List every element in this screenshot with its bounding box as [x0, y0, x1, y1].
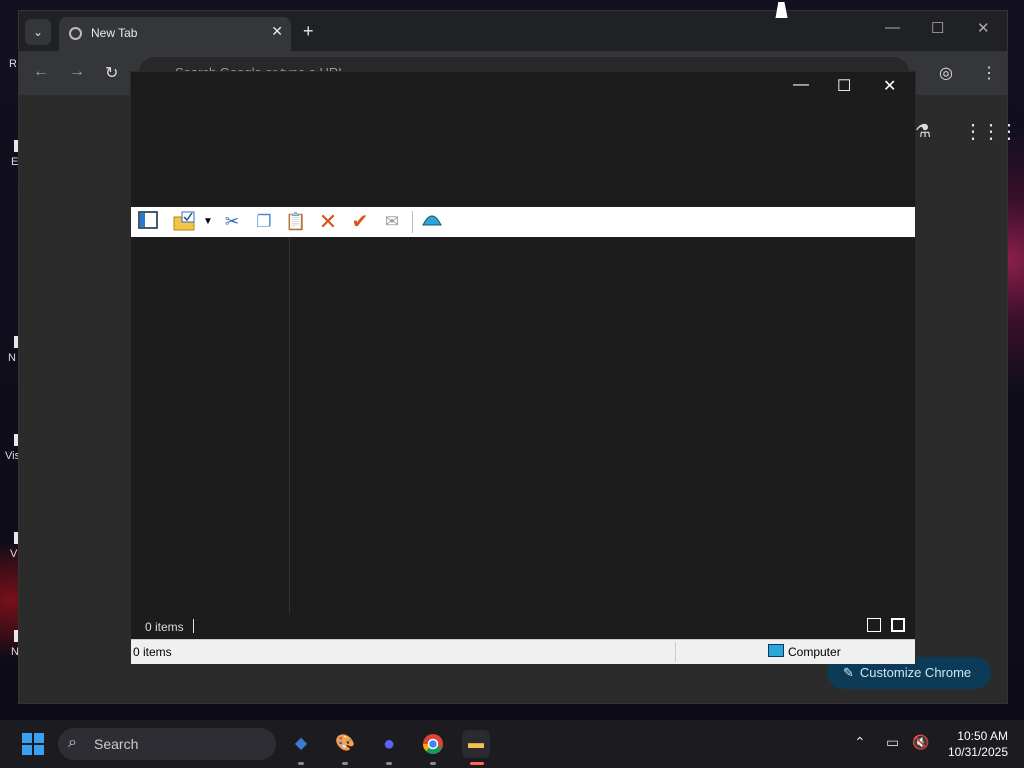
explorer-status-bar-bottom: 0 items Computer — [131, 639, 915, 664]
pane-splitter[interactable] — [289, 237, 290, 613]
chevron-up-icon[interactable]: ⌃ — [854, 734, 866, 751]
desktop-icon[interactable]: V — [0, 532, 20, 560]
taskbar-search[interactable]: ⌕ Search — [58, 728, 276, 760]
large-icons-view-icon[interactable] — [891, 618, 905, 632]
tab-close-icon[interactable]: ✕ — [271, 23, 283, 40]
explorer-maximize-button[interactable]: ☐ — [837, 76, 851, 96]
desktop-icon[interactable]: N — [0, 630, 20, 658]
explorer-titlebar: — ☐ ✕ — [131, 72, 915, 206]
forward-icon[interactable]: → — [69, 63, 85, 81]
chrome-close-button[interactable]: ✕ — [977, 19, 990, 37]
chrome-favicon-icon — [69, 27, 82, 40]
taskbar: ⌕ Search ◆ 🎨 ● ▬ ⌃ ▭ 🔇 10:50 AM 10/31/20… — [0, 720, 1024, 768]
desktop-icon[interactable]: E — [0, 140, 20, 168]
computer-icon — [768, 644, 784, 657]
running-indicator — [342, 762, 348, 765]
explorer-close-button[interactable]: ✕ — [883, 76, 896, 96]
clock-date: 10/31/2025 — [947, 745, 1008, 759]
volume-muted-icon[interactable]: 🔇 — [912, 734, 929, 751]
apps-grid-icon[interactable]: ⋮⋮⋮ — [963, 119, 1019, 144]
status-divider — [193, 619, 194, 633]
explorer-minimize-button[interactable]: — — [793, 76, 809, 94]
new-tab-button[interactable]: + — [303, 21, 314, 42]
chrome-icon[interactable] — [419, 730, 447, 758]
explorer-toolbar: ▼ ✂ ❐ 📋 ✕ ✔ ✉ — [131, 207, 915, 237]
dropdown-icon[interactable]: ▼ — [201, 211, 215, 233]
back-icon[interactable]: ← — [33, 63, 49, 81]
desktop-icon[interactable]: N — [0, 336, 20, 364]
status-divider — [675, 642, 676, 662]
file-explorer-icon[interactable]: ▬ — [462, 730, 490, 758]
windows-start-icon[interactable] — [22, 733, 44, 755]
running-indicator — [298, 762, 304, 765]
item-count-top: 0 items — [145, 620, 184, 634]
reload-icon[interactable]: ↻ — [105, 63, 118, 83]
clock-time: 10:50 AM — [957, 729, 1008, 743]
panel-icon[interactable] — [137, 211, 159, 233]
tab-new-tab[interactable]: New Tab ✕ — [59, 17, 291, 51]
system-clock[interactable]: 10:50 AM 10/31/2025 — [936, 728, 1008, 760]
running-indicator — [386, 762, 392, 765]
explorer-content-pane[interactable] — [131, 237, 915, 613]
folder-check-icon[interactable] — [173, 211, 195, 233]
cut-icon[interactable]: ✂ — [221, 211, 243, 233]
copy-icon[interactable]: ❐ — [253, 211, 275, 233]
labs-icon[interactable]: ⚗ — [915, 121, 931, 142]
chrome-minimize-button[interactable]: — — [885, 19, 900, 36]
tab-search-button[interactable]: ⌄ — [25, 19, 51, 45]
customize-label: Customize Chrome — [859, 665, 972, 680]
profile-icon[interactable]: ◎ — [939, 63, 953, 83]
mail-icon[interactable]: ✉ — [381, 211, 403, 233]
desktop-icon-label: R — [9, 58, 17, 70]
running-indicator — [430, 762, 436, 765]
tab-strip: ⌄ New Tab ✕ + — ☐ ✕ — [19, 11, 1007, 51]
shell-icon[interactable] — [421, 211, 443, 233]
delete-icon[interactable]: ✕ — [317, 211, 339, 233]
search-label: Search — [94, 736, 139, 752]
active-indicator — [470, 762, 484, 765]
discord-icon[interactable]: ● — [375, 730, 403, 758]
tab-title: New Tab — [91, 26, 138, 40]
paste-icon[interactable]: 📋 — [285, 211, 307, 233]
paint-app-icon[interactable]: 🎨 — [331, 730, 359, 758]
location-label: Computer — [788, 645, 841, 659]
desktop-icon[interactable]: Vis — [0, 434, 20, 462]
search-icon: ⌕ — [68, 734, 77, 751]
details-view-icon[interactable] — [867, 618, 881, 632]
desktop-icon-label: N — [8, 352, 16, 364]
item-count-bottom: 0 items — [133, 645, 172, 659]
network-icon[interactable]: ▭ — [886, 734, 899, 751]
file-explorer-window: — ☐ ✕ ▼ ✂ ❐ 📋 ✕ ✔ ✉ 0 items 0 items Comp… — [130, 71, 916, 664]
desktop-icon-label: V — [10, 548, 18, 560]
app-crystal-icon[interactable]: ◆ — [287, 730, 315, 758]
check-icon[interactable]: ✔ — [349, 211, 371, 233]
toolbar-separator — [412, 211, 413, 233]
menu-icon[interactable]: ⋮ — [981, 63, 997, 83]
pencil-icon: ✎ — [843, 665, 854, 680]
chrome-maximize-button[interactable]: ☐ — [931, 19, 944, 37]
explorer-status-bar-top: 0 items — [131, 613, 915, 639]
